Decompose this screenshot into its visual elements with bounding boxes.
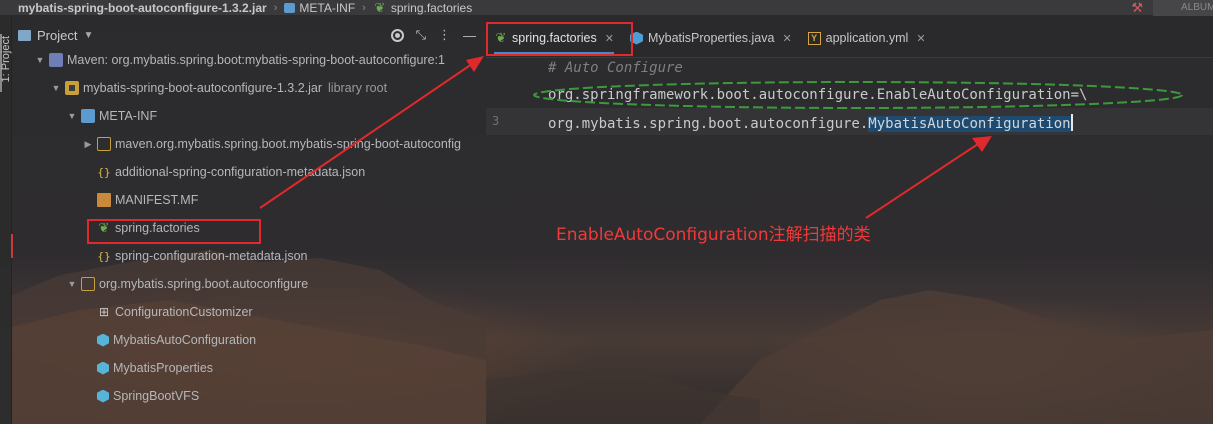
tab-label: application.yml — [825, 31, 909, 45]
code-line-enable-auto-config: org.springframework.boot.autoconfigure.E… — [548, 87, 1088, 103]
tree-item-label: META-INF — [99, 109, 158, 123]
chevron-right-icon: › — [362, 1, 366, 14]
breadcrumb-spring-factories-label: spring.factories — [390, 0, 473, 15]
breadcrumb-meta-inf-label: META-INF — [299, 0, 356, 15]
close-icon[interactable]: ✕ — [782, 32, 791, 45]
tree-item-label: ConfigurationCustomizer — [115, 305, 253, 319]
tree-item[interactable]: ⊞ ConfigurationCustomizer — [12, 298, 486, 326]
json-file-icon: {} — [97, 165, 111, 179]
locate-target-icon[interactable] — [390, 28, 404, 42]
class-icon — [97, 333, 109, 347]
code-line-comment: # Auto Configure — [548, 60, 683, 76]
tree-item-label: MybatisAutoConfiguration — [113, 333, 257, 347]
minimize-icon[interactable]: — — [463, 28, 476, 43]
text-caret — [1070, 114, 1073, 131]
tree-item[interactable]: MybatisProperties — [12, 354, 486, 382]
class-icon — [97, 389, 109, 403]
tree-item-label: SpringBootVFS — [113, 389, 200, 403]
selected-text: MybatisAutoConfiguration — [868, 116, 1071, 132]
tree-item-label: org.mybatis.spring.boot.autoconfigure — [99, 277, 309, 291]
breadcrumb-jar[interactable]: mybatis-spring-boot-autoconfigure-1.3.2.… — [0, 1, 271, 15]
tree-item-label: Maven: org.mybatis.spring.boot:mybatis-s… — [67, 53, 445, 67]
tree-item[interactable]: ▶ maven.org.mybatis.spring.boot.mybatis-s… — [12, 130, 486, 158]
navigation-bar: mybatis-spring-boot-autoconfigure-1.3.2.… — [0, 0, 1213, 16]
yaml-file-icon: Y — [807, 31, 821, 45]
tree-item-suffix: library root — [328, 81, 388, 95]
chevron-right-icon[interactable]: ▶ — [82, 139, 94, 150]
chevron-down-icon[interactable]: ▼ — [66, 279, 78, 289]
navbar-right-tools: ⚒ ALBUM — [1131, 0, 1213, 16]
folder-icon — [81, 109, 95, 123]
interface-icon: ⊞ — [98, 305, 110, 319]
tree-item[interactable]: MANIFEST.MF — [12, 186, 486, 214]
tree-item-label: MANIFEST.MF — [115, 193, 199, 207]
tree-item[interactable]: ▼ META-INF — [12, 102, 486, 130]
tab-label: MybatisProperties.java — [647, 31, 775, 45]
tree-item-label: maven.org.mybatis.spring.boot.mybatis-sp… — [115, 137, 462, 151]
project-panel-toolbar: ⤡ ⋮ — — [390, 27, 486, 43]
breadcrumb-meta-inf[interactable]: META-INF — [280, 1, 359, 15]
run-configuration-selector[interactable]: ALBUM — [1153, 0, 1213, 16]
tree-item[interactable]: SpringBootVFS — [12, 382, 486, 410]
project-folder-icon — [18, 29, 31, 41]
tree-item[interactable]: {} additional-spring-configuration-metada… — [12, 158, 486, 186]
chevron-down-icon[interactable]: ▼ — [66, 111, 78, 121]
tree-item[interactable]: ▼ org.mybatis.spring.boot.autoconfigure — [12, 270, 486, 298]
package-folder-icon — [97, 137, 111, 151]
tree-item[interactable]: {} spring-configuration-metadata.json — [12, 242, 486, 270]
tree-item-label: MybatisProperties — [113, 361, 214, 375]
json-file-icon: {} — [97, 249, 111, 263]
code-line-auto-configuration: org.mybatis.spring.boot.autoconfigure.My… — [548, 114, 1073, 132]
tree-item[interactable]: ▼ mybatis-spring-boot-autoconfigure-1.3.2… — [12, 74, 486, 102]
project-tool-window-button[interactable]: 1: Project — [0, 36, 12, 82]
chevron-down-icon[interactable]: ▼ — [50, 83, 62, 93]
editor-gutter: 3 — [486, 58, 540, 424]
chevron-down-icon[interactable]: ▼ — [83, 30, 93, 41]
annotation-highlight-box-tree — [87, 219, 261, 244]
build-hammer-icon[interactable]: ⚒ — [1131, 0, 1143, 16]
tree-item[interactable]: ▼ Maven: org.mybatis.spring.boot:mybatis-… — [12, 46, 486, 74]
code-text: org.mybatis.spring.boot.autoconfigure. — [548, 116, 869, 132]
close-icon[interactable]: ✕ — [916, 32, 925, 45]
spring-file-icon: ❦ — [374, 0, 386, 15]
left-tool-window-stripe: 1: Project — [0, 16, 13, 424]
annotation-label: EnableAutoConfiguration注解扫描的类 — [556, 225, 871, 245]
annotation-highlight-box-tab — [486, 22, 633, 56]
line-number: 3 — [492, 114, 500, 128]
folder-icon — [284, 2, 296, 13]
tree-item-label: mybatis-spring-boot-autoconfigure-1.3.2.… — [83, 81, 323, 95]
project-panel: Project ▼ ⤡ ⋮ — ▼ Maven: org.mybatis.spri… — [12, 16, 486, 424]
more-options-icon[interactable]: ⋮ — [438, 27, 451, 43]
tree-item-label: spring-configuration-metadata.json — [115, 249, 308, 263]
maven-icon — [49, 53, 63, 67]
manifest-file-icon — [97, 193, 111, 207]
tree-item[interactable]: MybatisAutoConfiguration — [12, 326, 486, 354]
class-icon — [97, 361, 109, 375]
chevron-right-icon: › — [273, 1, 278, 14]
chevron-down-icon[interactable]: ▼ — [34, 55, 46, 65]
tab-mybatis-properties[interactable]: MybatisProperties.java ✕ — [622, 19, 800, 57]
jar-icon — [65, 81, 79, 95]
collapse-all-icon[interactable]: ⤡ — [416, 27, 426, 43]
package-icon — [81, 277, 95, 291]
tree-item-label: additional-spring-configuration-metadata… — [115, 165, 366, 179]
breadcrumb-spring-factories[interactable]: ❦ spring.factories — [369, 0, 476, 15]
project-view-selector[interactable]: Project — [37, 28, 77, 43]
tab-application-yml[interactable]: Y application.yml ✕ — [800, 19, 934, 57]
